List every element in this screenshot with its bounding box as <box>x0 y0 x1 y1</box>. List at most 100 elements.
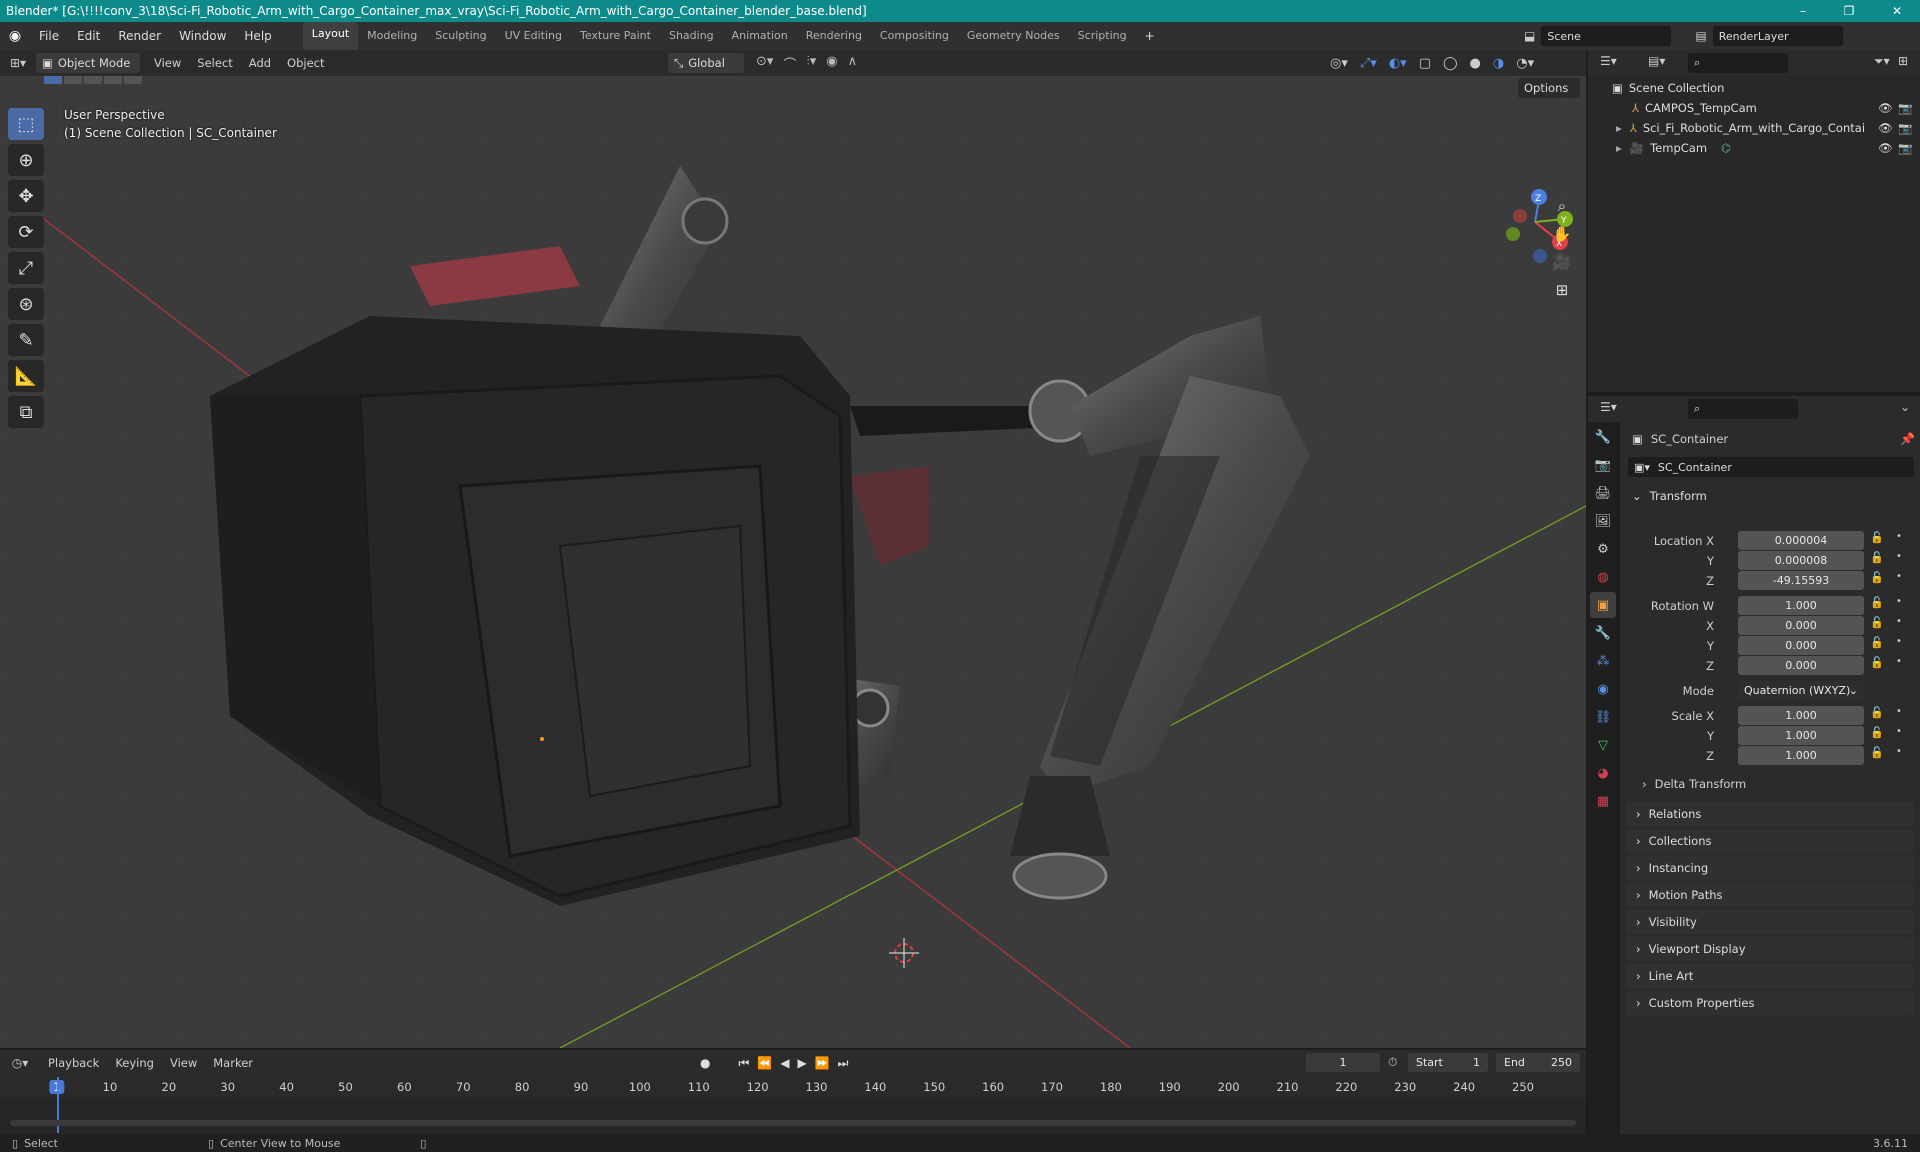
lock-icon[interactable]: 🔓 <box>1870 636 1884 649</box>
keyframe-dot-icon[interactable]: • <box>1896 746 1902 757</box>
close-button[interactable]: ✕ <box>1874 0 1920 22</box>
move-tool-icon[interactable]: ✥ <box>8 180 44 212</box>
keyframe-dot-icon[interactable]: • <box>1896 616 1902 627</box>
prev-keyframe-icon[interactable]: ⏪ <box>757 1056 772 1071</box>
end-frame-field[interactable]: End 250 <box>1496 1053 1580 1072</box>
menu-render[interactable]: Render <box>109 22 170 50</box>
lock-icon[interactable]: 🔓 <box>1870 706 1884 719</box>
filter-icon[interactable]: ⏷▾ <box>1874 54 1890 69</box>
rotation-w-field[interactable]: 1.000 <box>1738 596 1864 615</box>
tab-layout[interactable]: Layout <box>302 22 359 50</box>
add-cube-tool-icon[interactable]: ⧉ <box>8 396 44 428</box>
outliner-row[interactable]: ▸ 🎥 TempCam ⌬ 👁 📷 <box>1588 138 1920 158</box>
location-x-field[interactable]: 0.000004 <box>1738 531 1864 550</box>
location-z-field[interactable]: -49.15593 <box>1738 571 1864 590</box>
tab-animation[interactable]: Animation <box>723 22 797 50</box>
scale-x-field[interactable]: 1.000 <box>1738 706 1864 725</box>
blender-logo-icon[interactable]: ◉ <box>0 28 30 44</box>
timeline[interactable]: 1 10 20 30 40 50 60 70 80 90 100 110 120 130 140 150 160… <box>0 1076 1586 1136</box>
world-tab-icon[interactable]: ◍ <box>1590 564 1616 590</box>
physics-tab-icon[interactable]: ◉ <box>1590 676 1616 702</box>
pan-hand-icon[interactable]: ✋ <box>1548 220 1576 248</box>
annotate-tool-icon[interactable]: ✎ <box>8 324 44 356</box>
tab-geometry-nodes[interactable]: Geometry Nodes <box>958 22 1069 50</box>
keyframe-dot-icon[interactable]: • <box>1896 531 1902 542</box>
render-layer-selector[interactable]: RenderLayer <box>1712 26 1843 46</box>
display-mode-icon[interactable]: ▤▾ <box>1648 54 1665 68</box>
location-y-field[interactable]: 0.000008 <box>1738 551 1864 570</box>
select-invert-button[interactable] <box>104 76 122 84</box>
menu-help[interactable]: Help <box>235 22 280 50</box>
particles-tab-icon[interactable]: ⁂ <box>1590 648 1616 674</box>
object-name-field[interactable]: ▣▾ SC_Container <box>1628 457 1914 477</box>
tab-rendering[interactable]: Rendering <box>797 22 871 50</box>
viewport-menu-view[interactable]: View <box>146 52 189 74</box>
scene-icon[interactable]: ⬓ <box>1524 29 1535 43</box>
tool-tab-icon[interactable]: 🔧 <box>1590 424 1616 450</box>
panel-collections[interactable]: › Collections <box>1626 829 1914 853</box>
outliner-row[interactable]: ⅄ CAMPOS_TempCam 👁 📷 <box>1588 98 1920 118</box>
zoom-icon[interactable]: ⌕ <box>1548 192 1576 220</box>
rotation-x-field[interactable]: 0.000 <box>1738 616 1864 635</box>
timeline-scrollbar[interactable] <box>10 1120 1576 1126</box>
solid-shading-icon[interactable]: ● <box>1470 56 1481 71</box>
current-frame-field[interactable]: 1 <box>1306 1053 1380 1072</box>
jump-start-icon[interactable]: ⏮ <box>738 1056 749 1071</box>
select-subtract-button[interactable] <box>84 76 102 84</box>
outliner-row[interactable]: ▸ ⅄ Sci_Fi_Robotic_Arm_with_Cargo_Contai… <box>1588 118 1920 138</box>
tab-sculpting[interactable]: Sculpting <box>426 22 495 50</box>
camera-view-icon[interactable]: 🎥 <box>1548 248 1576 276</box>
output-tab-icon[interactable]: 🖨 <box>1590 480 1616 506</box>
transform-panel-header[interactable]: ⌄ Transform <box>1626 484 1914 508</box>
perspective-toggle-icon[interactable]: ⊞ <box>1548 276 1576 304</box>
keyframe-dot-icon[interactable]: • <box>1896 571 1902 582</box>
lock-icon[interactable]: 🔓 <box>1870 726 1884 739</box>
select-intersect-button[interactable] <box>124 76 142 84</box>
lock-icon[interactable]: 🔓 <box>1870 551 1884 564</box>
cursor-tool-icon[interactable]: ⊕ <box>8 144 44 176</box>
stopwatch-icon[interactable]: ⏱ <box>1388 1055 1397 1070</box>
properties-search-input[interactable]: ⌕ <box>1688 399 1798 419</box>
record-icon[interactable]: ● <box>700 1056 710 1071</box>
clock-icon[interactable]: ◷▾ <box>0 1056 40 1070</box>
keyframe-dot-icon[interactable]: • <box>1896 551 1902 562</box>
rotation-z-field[interactable]: 0.000 <box>1738 656 1864 675</box>
menu-window[interactable]: Window <box>170 22 235 50</box>
view-layer-tab-icon[interactable]: 🖼 <box>1590 508 1616 534</box>
viewport-menu-add[interactable]: Add <box>241 52 279 74</box>
scale-tool-icon[interactable]: ⤢ <box>8 252 44 284</box>
select-new-button[interactable] <box>44 76 62 84</box>
tab-scripting[interactable]: Scripting <box>1069 22 1136 50</box>
minimize-button[interactable]: – <box>1780 0 1826 22</box>
panel-viewport-display[interactable]: › Viewport Display <box>1626 937 1914 961</box>
modifier-tab-icon[interactable]: 🔧 <box>1590 620 1616 646</box>
select-extend-button[interactable] <box>64 76 82 84</box>
render-tab-icon[interactable]: 📷 <box>1590 452 1616 478</box>
mode-dropdown[interactable]: ▣ Object Mode <box>36 53 140 73</box>
object-tab-icon[interactable]: ▣ <box>1590 592 1616 618</box>
tab-shading[interactable]: Shading <box>660 22 723 50</box>
chevron-down-icon[interactable]: ⌄ <box>1900 400 1910 414</box>
timeline-menu-marker[interactable]: Marker <box>205 1052 261 1074</box>
delta-transform-subpanel[interactable]: › Delta Transform <box>1642 777 1746 791</box>
timeline-menu-view[interactable]: View <box>162 1052 205 1074</box>
material-tab-icon[interactable]: ◕ <box>1590 760 1616 786</box>
rotate-tool-icon[interactable]: ⟳ <box>8 216 44 248</box>
3d-viewport[interactable]: Z X Y User Perspective (1) Scene Collect… <box>0 76 1586 1048</box>
eye-icon[interactable]: 👁 <box>1878 141 1893 155</box>
timeline-menu-playback[interactable]: Playback <box>40 1052 107 1074</box>
keyframe-dot-icon[interactable]: • <box>1896 596 1902 607</box>
outliner-search-input[interactable]: ⌕ <box>1688 53 1788 73</box>
snap-icon[interactable]: ⌒ <box>783 54 796 73</box>
scale-y-field[interactable]: 1.000 <box>1738 726 1864 745</box>
panel-relations[interactable]: › Relations <box>1626 802 1914 826</box>
eye-icon[interactable]: 👁 <box>1878 101 1893 115</box>
rotation-mode-dropdown[interactable]: Quaternion (WXYZ) ⌄ <box>1738 681 1864 700</box>
render-camera-icon[interactable]: 📷 <box>1898 141 1912 155</box>
tab-modeling[interactable]: Modeling <box>358 22 426 50</box>
panel-motion-paths[interactable]: › Motion Paths <box>1626 883 1914 907</box>
falloff-icon[interactable]: ∧ <box>848 54 858 73</box>
transform-tool-icon[interactable]: ⊛ <box>8 288 44 320</box>
lock-icon[interactable]: 🔓 <box>1870 531 1884 544</box>
scene-selector[interactable]: Scene <box>1541 26 1672 46</box>
